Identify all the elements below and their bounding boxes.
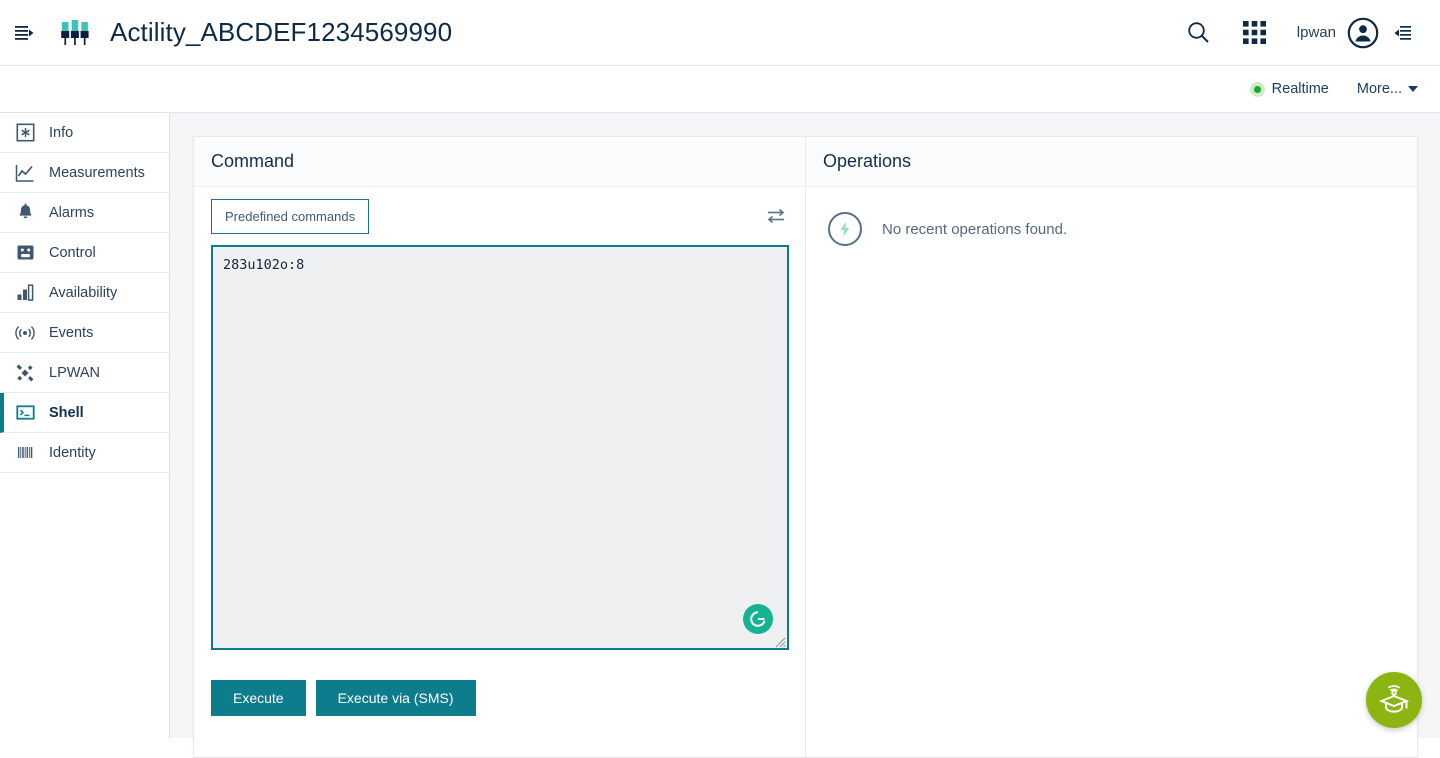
- operations-empty-text: No recent operations found.: [882, 221, 1067, 238]
- more-dropdown[interactable]: More...: [1357, 81, 1418, 97]
- sidebar-item-label: Alarms: [49, 205, 94, 221]
- info-asterisk-icon: [14, 122, 36, 144]
- sidebar-item-control[interactable]: Control: [0, 233, 169, 273]
- sidebar-item-identity[interactable]: Identity: [0, 433, 169, 473]
- terminal-icon: [14, 402, 36, 424]
- operations-pane: Operations No recent operations found.: [806, 137, 1417, 757]
- execute-actions: Execute Execute via (SMS): [194, 655, 805, 716]
- command-pane-header: Command: [194, 137, 805, 187]
- collapse-right-panel-icon[interactable]: [1380, 12, 1426, 54]
- user-avatar-icon[interactable]: [1346, 16, 1380, 50]
- command-textarea-wrap: [194, 245, 805, 655]
- realtime-label: Realtime: [1272, 81, 1329, 97]
- sidebar-item-alarms[interactable]: Alarms: [0, 193, 169, 233]
- more-label: More...: [1357, 81, 1402, 97]
- sidebar-item-label: Events: [49, 325, 93, 341]
- command-pane: Command Predefined commands: [194, 137, 806, 757]
- lpwan-device-icon: [56, 14, 94, 52]
- operations-pane-title: Operations: [823, 151, 911, 172]
- command-pane-title: Command: [211, 151, 294, 172]
- graduation-cap-icon: [1377, 683, 1411, 717]
- sidebar-item-label: Info: [49, 125, 73, 141]
- sidebar-item-label: Shell: [49, 405, 84, 421]
- grammarly-badge-icon[interactable]: [743, 604, 773, 634]
- resize-grip-icon[interactable]: [774, 635, 786, 647]
- top-header-bar: Actility_ABCDEF1234569990 lpwan: [0, 0, 1440, 66]
- secondary-toolbar: Realtime More...: [0, 66, 1440, 113]
- control-panel-icon: [14, 242, 36, 264]
- main-content: Command Predefined commands: [170, 113, 1440, 738]
- execute-via-sms-button[interactable]: Execute via (SMS): [316, 680, 476, 716]
- sidebar-item-label: Measurements: [49, 165, 145, 181]
- header-actions: lpwan: [1171, 10, 1440, 56]
- predefined-commands-button[interactable]: Predefined commands: [211, 199, 369, 234]
- lightning-bolt-icon: [828, 212, 862, 246]
- app-grid-icon[interactable]: [1227, 10, 1283, 56]
- command-input[interactable]: [211, 245, 789, 650]
- expand-panel-icon[interactable]: [4, 13, 44, 53]
- sidebar-item-label: Control: [49, 245, 96, 261]
- sidebar-item-label: LPWAN: [49, 365, 100, 381]
- execute-button[interactable]: Execute: [211, 680, 306, 716]
- sidebar-nav: Info Measurements Alarms: [0, 113, 170, 738]
- barcode-icon: [14, 442, 36, 464]
- sidebar-item-events[interactable]: Events: [0, 313, 169, 353]
- sidebar-item-info[interactable]: Info: [0, 113, 169, 153]
- sidebar-item-shell[interactable]: Shell: [0, 393, 169, 433]
- chevron-down-icon: [1408, 86, 1418, 92]
- satellite-icon: [14, 362, 36, 384]
- bell-icon: [14, 202, 36, 224]
- realtime-status-indicator: [1250, 82, 1265, 97]
- operations-empty-state: No recent operations found.: [806, 187, 1417, 246]
- sidebar-item-lpwan[interactable]: LPWAN: [0, 353, 169, 393]
- sidebar-item-label: Identity: [49, 445, 96, 461]
- username-label: lpwan: [1297, 24, 1336, 41]
- line-chart-icon: [14, 162, 36, 184]
- realtime-toggle[interactable]: Realtime: [1250, 81, 1329, 97]
- sidebar-item-availability[interactable]: Availability: [0, 273, 169, 313]
- guided-tour-fab[interactable]: [1366, 672, 1422, 728]
- sidebar-item-measurements[interactable]: Measurements: [0, 153, 169, 193]
- transfer-arrows-icon[interactable]: [764, 204, 788, 228]
- search-icon[interactable]: [1171, 10, 1227, 56]
- page-title: Actility_ABCDEF1234569990: [110, 17, 452, 48]
- bar-chart-icon: [14, 282, 36, 304]
- command-toolbar: Predefined commands: [194, 187, 805, 245]
- broadcast-icon: [14, 322, 36, 344]
- sidebar-item-label: Availability: [49, 285, 117, 301]
- shell-card: Command Predefined commands: [193, 136, 1418, 758]
- operations-pane-header: Operations: [806, 137, 1417, 187]
